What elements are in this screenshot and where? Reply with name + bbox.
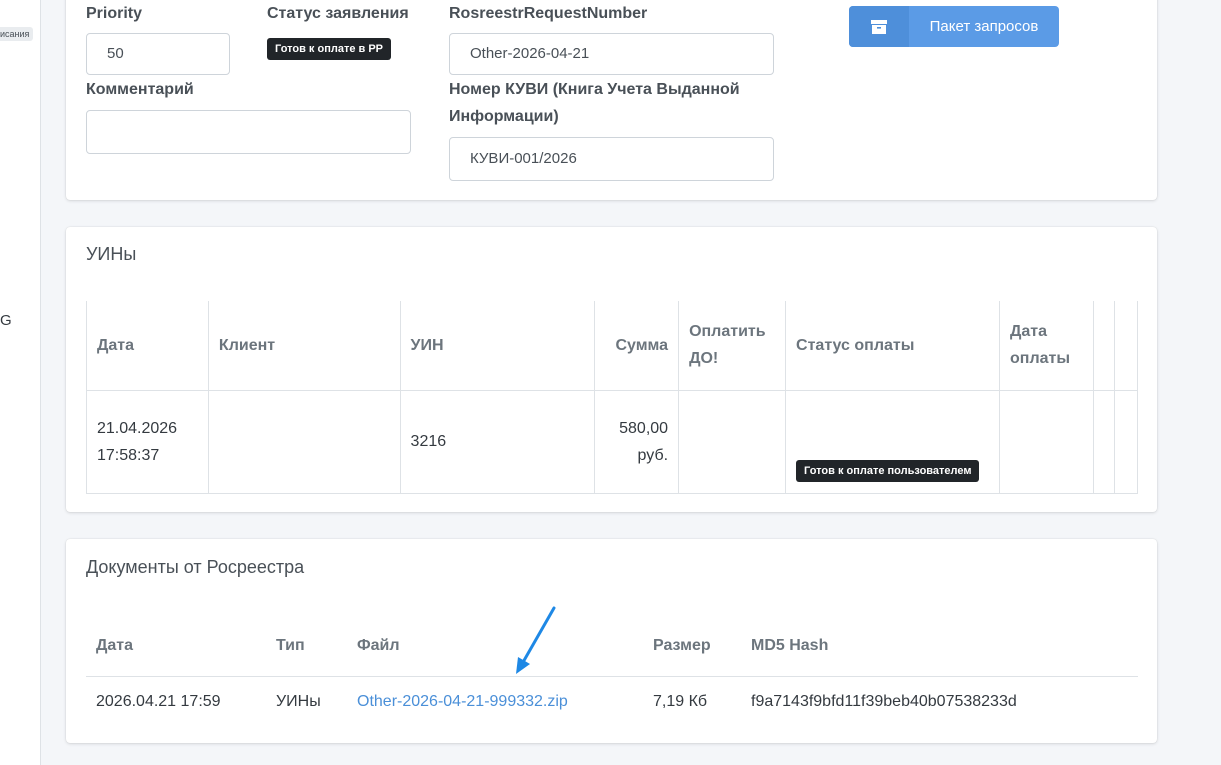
status-label: Статус заявления (267, 5, 409, 22)
doc-file-cell: Other-2026-04-21-999332.zip (347, 677, 643, 727)
payment-status-badge: Готов к оплате пользователем (796, 459, 980, 482)
uins-col-sum[interactable]: Сумма (594, 301, 680, 391)
uins-col-date[interactable]: Дата (86, 301, 209, 391)
batch-requests-label: Пакет запросов (929, 18, 1039, 35)
documents-title: Документы от Росреестра (86, 557, 305, 577)
uin-number: 3216 (400, 390, 596, 493)
kuvi-input[interactable]: КУВИ-001/2026 (449, 137, 774, 181)
uins-col-extra-2 (1114, 301, 1139, 391)
uins-col-uin[interactable]: УИН (400, 301, 596, 391)
doc-type: УИНы (276, 692, 321, 710)
uins-col-paid-date[interactable]: Дата оплаты (999, 301, 1094, 391)
sidebar-badge[interactable]: исания (0, 27, 34, 41)
docs-col-date[interactable]: Дата (86, 616, 266, 677)
uins-table: Дата Клиент УИН Сумма Оплатить ДО! Стату… (86, 301, 1139, 494)
doc-md5: f9a7143f9bfd11f39beb40b07538233d (751, 692, 1017, 710)
uins-card: УИНы Дата Клиент УИН Сумма Оплатить ДО! … (66, 227, 1157, 512)
uin-date: 21.04.2026 17:58:37 (86, 390, 209, 493)
table-row: 2026.04.21 17:59 УИНы Other-2026-04-21-9… (86, 677, 1138, 727)
comment-input[interactable] (86, 110, 411, 154)
docs-col-type[interactable]: Тип (266, 616, 347, 677)
annotation-arrow-icon (516, 606, 556, 674)
sidebar: исания G (0, 0, 41, 765)
rosreestr-number-label: RosreestrRequestNumber (449, 5, 648, 22)
uins-header-row: Дата Клиент УИН Сумма Оплатить ДО! Стату… (86, 301, 1139, 391)
uins-col-status[interactable]: Статус оплаты (785, 301, 1000, 391)
documents-card: Документы от Росреестра Дата Тип Файл Ра… (66, 539, 1157, 743)
doc-date: 2026.04.21 17:59 (96, 692, 221, 710)
uin-paid-date (999, 390, 1094, 493)
docs-col-file[interactable]: Файл (347, 616, 643, 677)
archive-icon (849, 6, 909, 47)
uin-extra-2 (1114, 390, 1139, 493)
docs-col-size[interactable]: Размер (643, 616, 741, 677)
rosreestr-number-input[interactable]: Other-2026-04-21 (449, 33, 774, 75)
priority-input[interactable]: 50 (86, 33, 230, 75)
sidebar-item-letter[interactable]: G (0, 312, 12, 329)
documents-header-row: Дата Тип Файл Размер MD5 Hash (86, 616, 1138, 677)
uins-col-pay-before[interactable]: Оплатить ДО! (678, 301, 787, 391)
documents-table: Дата Тип Файл Размер MD5 Hash 2026.04.21… (86, 616, 1138, 726)
uin-sum: 580,00 руб. (594, 390, 680, 493)
request-form-card: Priority 50 Статус заявления Готов к опл… (66, 0, 1157, 200)
uins-col-client[interactable]: Клиент (208, 301, 401, 391)
table-row: 21.04.2026 17:58:37 3216 580,00 руб. Гот… (86, 390, 1139, 493)
comment-label: Комментарий (86, 81, 194, 98)
priority-label: Priority (86, 5, 143, 22)
status-badge: Готов к оплате в РР (267, 38, 391, 60)
uin-status-cell: Готов к оплате пользователем (785, 390, 1000, 493)
uins-title: УИНы (86, 244, 137, 264)
docs-col-md5[interactable]: MD5 Hash (741, 616, 1138, 677)
uins-col-extra-1 (1093, 301, 1115, 391)
batch-requests-button[interactable]: Пакет запросов (849, 6, 1059, 47)
uin-client (208, 390, 401, 493)
kuvi-label: Номер КУВИ (Книга Учета Выданной Информа… (449, 81, 740, 125)
uin-extra-1 (1093, 390, 1115, 493)
doc-size: 7,19 Кб (653, 692, 708, 710)
uin-pay-before (678, 390, 787, 493)
doc-file-link[interactable]: Other-2026-04-21-999332.zip (357, 693, 568, 710)
